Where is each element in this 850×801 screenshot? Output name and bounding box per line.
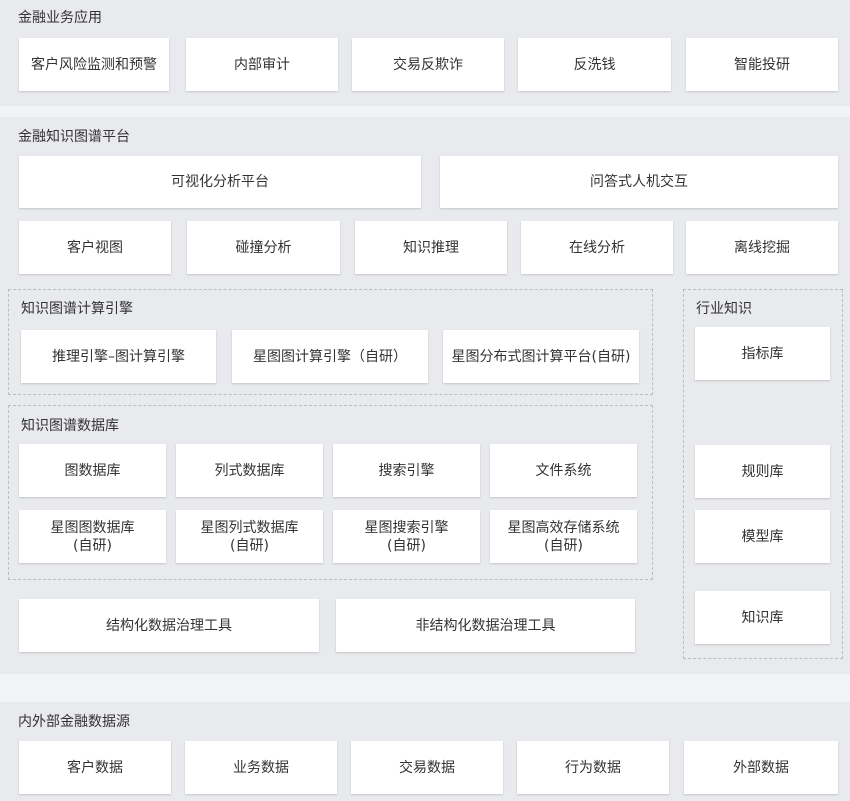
customer-data[interactable]: 客户数据 — [19, 741, 171, 794]
columnar-database[interactable]: 列式数据库 — [176, 444, 323, 497]
search-engine[interactable]: 搜索引擎 — [333, 444, 480, 497]
app-item-smart-research[interactable]: 智能投研 — [686, 38, 838, 91]
industry-knowledge-title: 行业知识 — [696, 301, 752, 317]
xingtu-distributed-compute-platform[interactable]: 星图分布式图计算平台(自研) — [443, 330, 639, 383]
indicator-library[interactable]: 指标库 — [695, 327, 830, 380]
offline-mining[interactable]: 离线挖掘 — [686, 221, 838, 274]
xingtu-storage-system[interactable]: 星图高效存储系统 (自研) — [490, 510, 637, 563]
knowledge-reasoning[interactable]: 知识推理 — [355, 221, 507, 274]
unstructured-governance-tool[interactable]: 非结构化数据治理工具 — [336, 599, 635, 652]
applications-title: 金融业务应用 — [18, 10, 102, 26]
xingtu-graph-compute-engine[interactable]: 星图图计算引擎（自研） — [232, 330, 428, 383]
xingtu-graph-database[interactable]: 星图图数据库 (自研) — [19, 510, 166, 563]
graph-database[interactable]: 图数据库 — [19, 444, 166, 497]
xingtu-search-engine[interactable]: 星图搜索引擎 (自研) — [333, 510, 480, 563]
transaction-data[interactable]: 交易数据 — [351, 741, 503, 794]
app-item-internal-audit[interactable]: 内部审计 — [186, 38, 338, 91]
xingtu-columnar-database-label: 星图列式数据库 — [200, 519, 299, 536]
xingtu-storage-system-note: (自研) — [544, 537, 583, 554]
business-data[interactable]: 业务数据 — [185, 741, 337, 794]
online-analysis[interactable]: 在线分析 — [521, 221, 673, 274]
external-data[interactable]: 外部数据 — [684, 741, 838, 794]
behavior-data[interactable]: 行为数据 — [517, 741, 669, 794]
xingtu-search-engine-note: (自研) — [387, 537, 426, 554]
app-item-risk-monitoring[interactable]: 客户风险监测和预警 — [19, 38, 169, 91]
compute-engine-title: 知识图谱计算引擎 — [21, 301, 133, 317]
xingtu-columnar-database-note: (自研) — [230, 537, 269, 554]
model-library[interactable]: 模型库 — [695, 510, 830, 563]
xingtu-graph-database-label: 星图图数据库 — [50, 519, 135, 536]
xingtu-graph-database-note: (自研) — [73, 537, 112, 554]
xingtu-columnar-database[interactable]: 星图列式数据库 (自研) — [176, 510, 323, 563]
graph-database-title: 知识图谱数据库 — [21, 418, 119, 434]
rule-library[interactable]: 规则库 — [695, 445, 830, 498]
app-item-anti-fraud[interactable]: 交易反欺诈 — [352, 38, 504, 91]
visual-analysis-platform[interactable]: 可视化分析平台 — [19, 156, 421, 208]
data-sources-title: 内外部金融数据源 — [18, 714, 130, 730]
xingtu-search-engine-label: 星图搜索引擎 — [364, 519, 449, 536]
xingtu-storage-system-label: 星图高效存储系统 — [507, 519, 620, 536]
customer-view[interactable]: 客户视图 — [19, 221, 171, 274]
collision-analysis[interactable]: 碰撞分析 — [187, 221, 340, 274]
qa-interaction[interactable]: 问答式人机交互 — [440, 156, 838, 208]
app-item-anti-money-laundering[interactable]: 反洗钱 — [518, 38, 671, 91]
platform-title: 金融知识图谱平台 — [18, 129, 130, 145]
structured-governance-tool[interactable]: 结构化数据治理工具 — [19, 599, 319, 652]
file-system[interactable]: 文件系统 — [490, 444, 637, 497]
knowledge-library[interactable]: 知识库 — [695, 591, 830, 644]
reasoning-engine[interactable]: 推理引擎–图计算引擎 — [21, 330, 216, 383]
